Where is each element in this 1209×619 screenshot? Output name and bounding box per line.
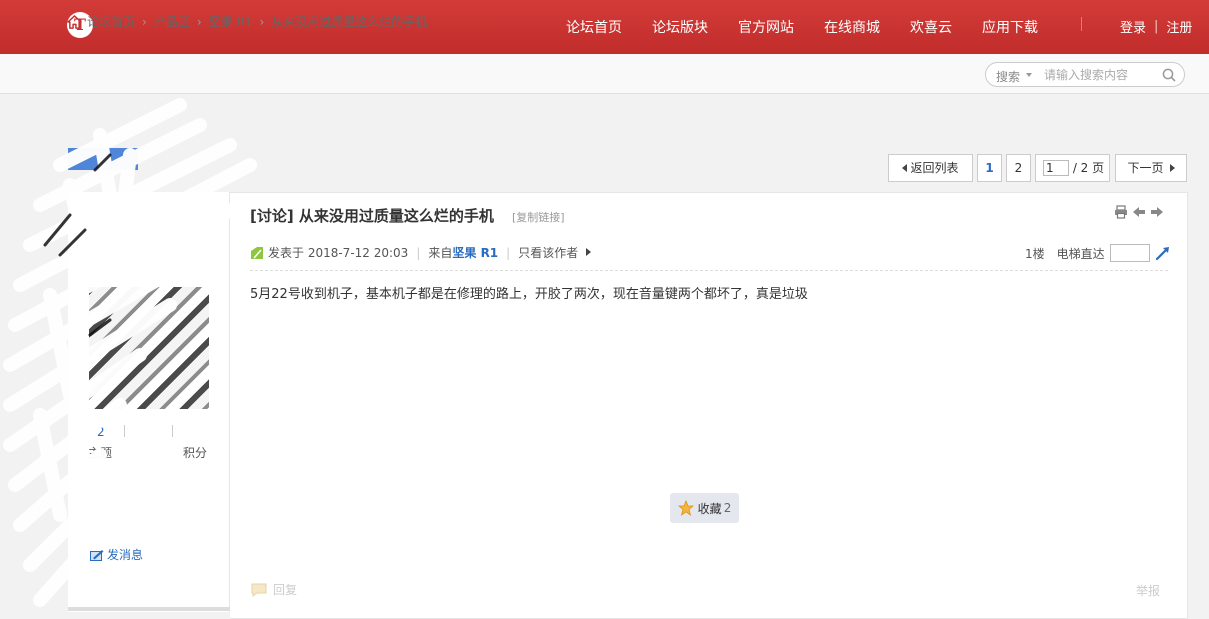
next-thread-icon[interactable]	[1150, 205, 1164, 219]
jump-label: 电梯直达	[1056, 246, 1105, 261]
reply-label: 回复	[273, 583, 298, 597]
back-to-list-label: 返回列表	[910, 161, 959, 175]
breadcrumb-home[interactable]: 论坛首页	[87, 13, 135, 30]
post-time: 发表于 2018-7-12 20:03	[268, 246, 409, 260]
main-nav: 论坛首页 论坛版块 官方网站 在线商城 欢喜云 应用下载	[566, 17, 1068, 37]
report-link[interactable]: 举报	[1136, 582, 1160, 599]
page-2-link[interactable]: 2	[1006, 154, 1031, 182]
next-page-label: 下一页	[1127, 161, 1164, 175]
post-body: 5月22号收到机子，基本机子都是在修理的路上，开胶了两次，现在音量键两个都坏了，…	[250, 287, 808, 302]
nav-huanxi-cloud[interactable]: 欢喜云	[910, 17, 952, 37]
favorite-label: 收藏	[697, 501, 722, 516]
auth-separator: |	[1154, 19, 1159, 34]
nav-official-site[interactable]: 官方网站	[738, 17, 794, 37]
nav-forum-boards[interactable]: 论坛版块	[652, 17, 708, 37]
page-1-link[interactable]: 1	[977, 154, 1002, 182]
search-type-select[interactable]: 搜索	[996, 68, 1020, 85]
prev-thread-icon[interactable]	[1132, 205, 1146, 219]
search-input[interactable]	[1044, 66, 1154, 84]
print-icon[interactable]	[1114, 205, 1128, 219]
page-total: / 2 页	[1072, 161, 1105, 175]
page-jump: 1 / 2 页	[1035, 154, 1110, 182]
breadcrumb: 论坛首页 › 产品区 › 坚果 R1 › 从来没用过质量这么烂的手机	[67, 13, 427, 30]
next-page-button[interactable]: 下一页	[1115, 154, 1187, 182]
breadcrumb-jianguo-r1[interactable]: 坚果 R1	[209, 13, 253, 30]
favorite-button[interactable]: 收藏 2	[670, 493, 739, 523]
register-link[interactable]: 注册	[1166, 17, 1192, 36]
floor-number[interactable]: 1楼	[1025, 245, 1045, 262]
reply-icon	[251, 583, 267, 597]
search-icon[interactable]	[1162, 68, 1176, 82]
breadcrumb-sep: ›	[259, 14, 265, 29]
post-title: [讨论] 从来没用过质量这么烂的手机	[250, 207, 494, 225]
chevron-down-icon[interactable]	[1026, 73, 1032, 77]
star-icon	[677, 500, 694, 516]
post-source-link[interactable]: 坚果 R1	[452, 244, 498, 261]
nav-forum-home[interactable]: 论坛首页	[566, 17, 622, 37]
floor-jump-input[interactable]	[1109, 244, 1150, 262]
breadcrumb-product-area[interactable]: 产品区	[154, 13, 190, 30]
login-link[interactable]: 登录	[1120, 17, 1146, 36]
breadcrumb-sep: ›	[196, 14, 202, 29]
only-author-link[interactable]: 只看该作者	[518, 244, 578, 261]
back-to-list-button[interactable]: 返回列表	[888, 154, 973, 182]
home-icon[interactable]	[67, 14, 82, 29]
arrow-right-icon	[586, 247, 592, 256]
online-status-icon	[251, 246, 263, 259]
floor-info: 1楼 电梯直达	[1025, 244, 1171, 262]
auth-links: 登录 | 注册	[1120, 17, 1192, 36]
reply-button[interactable]: 回复	[250, 581, 297, 598]
post-divider	[250, 270, 1168, 271]
page-input[interactable]: 1	[1043, 159, 1069, 176]
breadcrumb-sep: ›	[142, 14, 147, 29]
arrow-right-icon	[1169, 163, 1175, 172]
nav-app-download[interactable]: 应用下载	[982, 17, 1038, 37]
arrow-left-icon	[902, 163, 908, 172]
post-from-label: 来自	[428, 246, 453, 260]
nav-divider	[1081, 17, 1082, 31]
nav-online-store[interactable]: 在线商城	[824, 17, 880, 37]
meta-separator: |	[506, 245, 511, 260]
jump-go-icon[interactable]	[1155, 245, 1171, 261]
favorite-count: 2	[723, 501, 732, 515]
search-box: 搜索	[985, 62, 1185, 87]
breadcrumb-current[interactable]: 从来没用过质量这么烂的手机	[271, 13, 427, 30]
post-tools	[1114, 205, 1164, 219]
meta-separator: |	[416, 245, 421, 260]
copy-link-button[interactable]: [复制链接]	[512, 209, 565, 225]
post-meta: 发表于 2018-7-12 20:03 | 来自 坚果 R1 | 只看该作者	[250, 244, 592, 261]
